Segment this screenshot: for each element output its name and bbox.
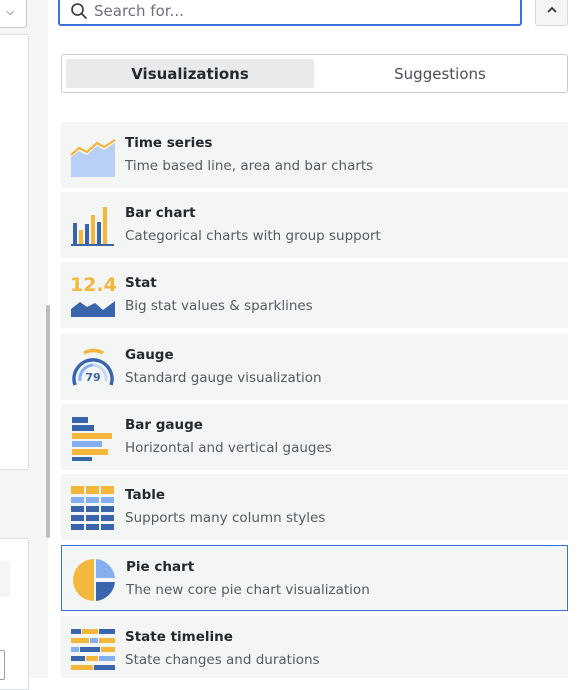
viz-description: The new core pie chart visualization — [126, 582, 370, 598]
viz-item-table[interactable]: Table Supports many column styles — [61, 474, 568, 540]
viz-item-state-timeline[interactable]: State timeline State changes and duratio… — [61, 616, 568, 678]
collapse-button[interactable] — [535, 0, 568, 26]
stat-icon: 12.4 — [70, 274, 116, 317]
viz-name: Table — [125, 487, 166, 503]
bar-chart-icon — [71, 207, 114, 246]
bar-gauge-icon — [72, 417, 112, 461]
chevron-down-icon: ⌵ — [6, 5, 15, 18]
tab-visualizations[interactable]: Visualizations — [66, 59, 314, 88]
pie-chart-icon — [73, 559, 115, 601]
viz-name: Gauge — [125, 347, 174, 363]
search-icon — [71, 3, 87, 19]
gauge-icon-text: 79 — [85, 371, 100, 384]
left-card — [0, 34, 29, 470]
viz-name: Bar gauge — [125, 417, 203, 433]
time-series-icon — [70, 139, 116, 177]
viz-description: Categorical charts with group support — [125, 228, 381, 244]
left-panel: ⌵ — [0, 0, 48, 690]
state-timeline-icon — [71, 629, 115, 670]
gauge-icon: 79 — [72, 348, 114, 386]
viz-item-bar-chart[interactable]: Bar chart Categorical charts with group … — [61, 192, 568, 258]
table-icon — [71, 486, 114, 530]
viz-name: State timeline — [125, 629, 233, 645]
viz-item-time-series[interactable]: Time series Time based line, area and ba… — [61, 122, 568, 188]
viz-name: Bar chart — [125, 205, 196, 221]
tab-suggestions[interactable]: Suggestions — [316, 59, 564, 88]
stat-icon-text: 12.4 — [70, 274, 116, 296]
viz-item-pie-chart[interactable]: Pie chart The new core pie chart visuali… — [61, 545, 568, 611]
viz-description: Time based line, area and bar charts — [125, 158, 374, 174]
viz-description: State changes and durations — [125, 652, 320, 668]
scrollbar[interactable] — [46, 305, 50, 538]
viz-item-bar-gauge[interactable]: Bar gauge Horizontal and vertical gauges — [61, 404, 568, 470]
viz-description: Supports many column styles — [125, 510, 326, 526]
viz-name: Pie chart — [126, 559, 195, 575]
viz-item-gauge[interactable]: 79 Gauge Standard gauge visualization — [61, 334, 568, 400]
search-field[interactable] — [58, 0, 522, 26]
viz-description: Horizontal and vertical gauges — [125, 440, 332, 456]
viz-name: Stat — [125, 275, 157, 291]
left-dropdown-button[interactable]: ⌵ — [0, 0, 27, 28]
search-input[interactable] — [92, 0, 516, 24]
viz-name: Time series — [125, 135, 213, 151]
viz-item-stat[interactable]: 12.4 Stat Big stat values & sparklines — [61, 262, 568, 328]
viz-description: Standard gauge visualization — [125, 370, 322, 386]
left-input-field[interactable] — [0, 650, 5, 680]
tab-bar: Visualizations Suggestions — [61, 54, 568, 93]
viz-description: Big stat values & sparklines — [125, 298, 313, 314]
chevron-up-icon — [546, 6, 557, 13]
